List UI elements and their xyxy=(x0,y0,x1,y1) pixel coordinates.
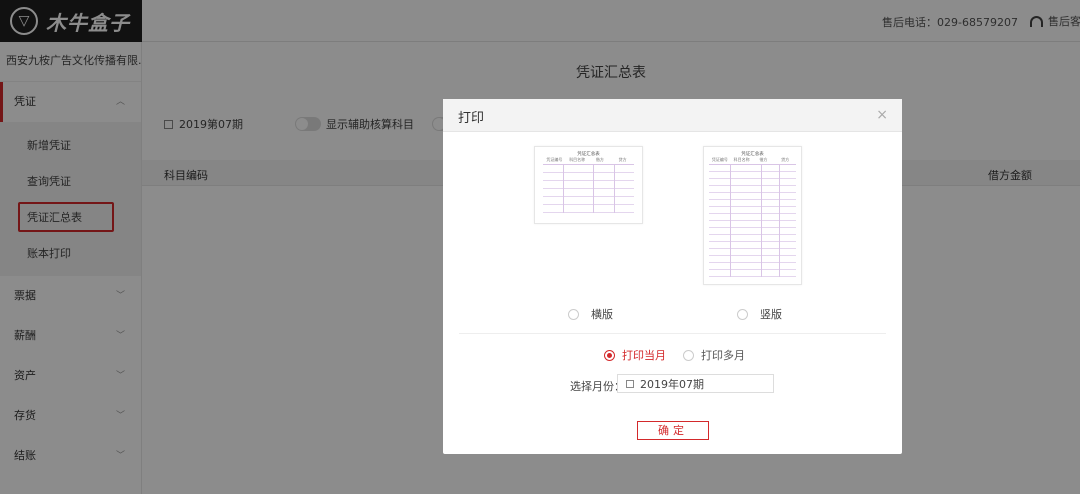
thumb-columns: 凭证编号 科目名称 借方 贷方 xyxy=(709,157,796,163)
thumb-title: 凭证汇总表 xyxy=(577,151,600,157)
calendar-icon xyxy=(626,379,634,388)
thumb-col: 科目名称 xyxy=(569,157,586,162)
thumb-title: 凭证汇总表 xyxy=(741,151,764,157)
print-current-month-option[interactable]: 打印当月 xyxy=(604,347,666,363)
portrait-option[interactable]: 竖版 xyxy=(737,306,782,322)
thumb-columns: 凭证编号 科目名称 借方 贷方 xyxy=(543,157,634,163)
thumb-grid xyxy=(543,164,634,213)
confirm-button[interactable]: 确定 xyxy=(637,421,709,440)
thumb-col: 贷方 xyxy=(781,157,790,162)
dialog-title: 打印 xyxy=(458,111,485,126)
landscape-label: 横版 xyxy=(591,308,613,321)
thumb-col: 贷方 xyxy=(618,157,627,162)
landscape-preview[interactable]: 凭证汇总表 凭证编号 科目名称 借方 贷方 xyxy=(534,146,643,224)
print-current-label: 打印当月 xyxy=(622,349,666,362)
dialog-header: 打印 × xyxy=(443,99,902,132)
thumb-col: 借方 xyxy=(595,157,604,162)
portrait-label: 竖版 xyxy=(760,308,782,321)
thumb-col: 凭证编号 xyxy=(546,157,563,162)
thumb-grid xyxy=(709,164,796,277)
portrait-preview[interactable]: 凭证汇总表 凭证编号 科目名称 借方 贷方 xyxy=(703,146,802,285)
print-multi-radio[interactable] xyxy=(683,349,694,361)
landscape-option[interactable]: 横版 xyxy=(568,306,613,322)
portrait-radio[interactable] xyxy=(737,308,748,320)
print-multi-label: 打印多月 xyxy=(701,349,745,362)
divider xyxy=(459,333,886,334)
print-current-radio[interactable] xyxy=(604,349,615,361)
thumb-col: 科目名称 xyxy=(733,157,750,162)
landscape-radio[interactable] xyxy=(568,308,579,320)
thumb-col: 借方 xyxy=(759,157,768,162)
month-value: 2019年07期 xyxy=(640,377,704,391)
thumb-col: 凭证编号 xyxy=(711,157,728,162)
print-multi-month-option[interactable]: 打印多月 xyxy=(683,347,745,363)
month-picker[interactable]: 2019年07期 xyxy=(617,374,774,393)
close-icon[interactable]: × xyxy=(876,107,888,123)
print-dialog: 打印 × 凭证汇总表 凭证编号 科目名称 借方 贷方 凭证汇总表 凭证编号 科目… xyxy=(443,99,902,454)
